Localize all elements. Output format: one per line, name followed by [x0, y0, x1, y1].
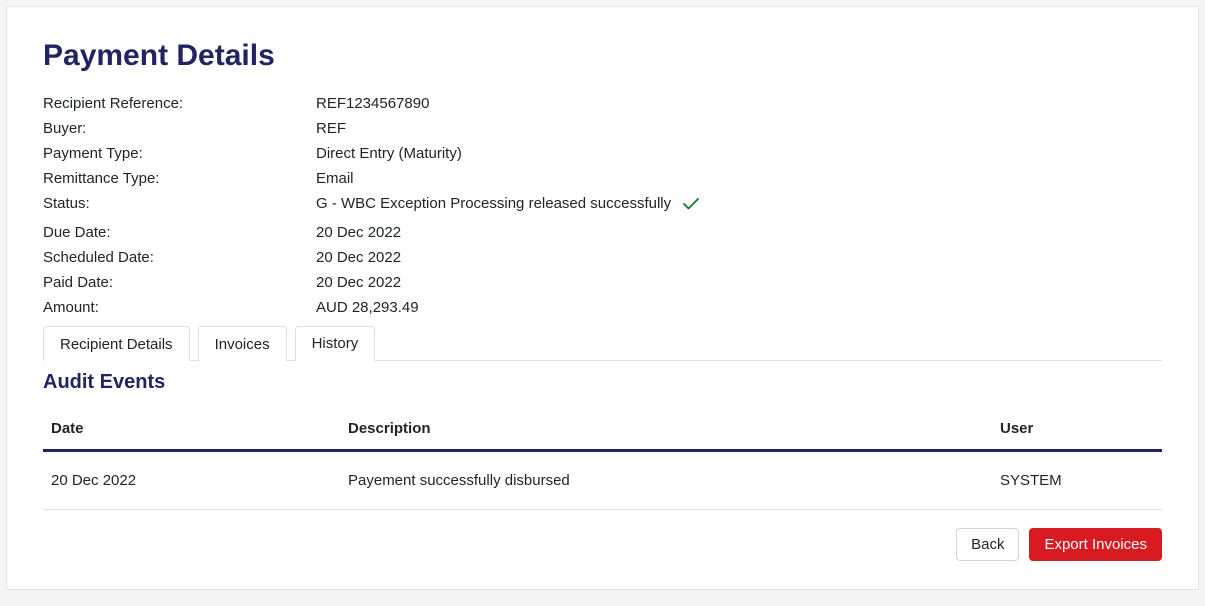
detail-recipient-reference: Recipient Reference: REF1234567890 [43, 95, 1162, 112]
value-recipient-reference: REF1234567890 [316, 95, 429, 112]
detail-status: Status: G - WBC Exception Processing rel… [43, 195, 1162, 212]
cell-user: SYSTEM [992, 451, 1162, 510]
value-status: G - WBC Exception Processing released su… [316, 195, 699, 212]
col-header-date: Date [43, 408, 340, 451]
detail-scheduled-date: Scheduled Date: 20 Dec 2022 [43, 249, 1162, 266]
detail-due-date: Due Date: 20 Dec 2022 [43, 224, 1162, 241]
audit-events-heading: Audit Events [43, 371, 1162, 394]
detail-remittance-type: Remittance Type: Email [43, 170, 1162, 187]
label-remittance-type: Remittance Type: [43, 170, 316, 187]
export-invoices-button[interactable]: Export Invoices [1029, 528, 1162, 561]
table-header-row: Date Description User [43, 408, 1162, 451]
label-scheduled-date: Scheduled Date: [43, 249, 316, 266]
value-scheduled-date: 20 Dec 2022 [316, 249, 401, 266]
value-payment-type: Direct Entry (Maturity) [316, 145, 462, 162]
check-icon [683, 197, 699, 211]
tabs: Recipient Details Invoices History [43, 326, 1162, 361]
page-title: Payment Details [43, 39, 1162, 73]
status-text: G - WBC Exception Processing released su… [316, 195, 671, 212]
value-amount: AUD 28,293.49 [316, 299, 419, 316]
footer-actions: Back Export Invoices [43, 528, 1162, 561]
value-paid-date: 20 Dec 2022 [316, 274, 401, 291]
label-recipient-reference: Recipient Reference: [43, 95, 316, 112]
value-due-date: 20 Dec 2022 [316, 224, 401, 241]
label-due-date: Due Date: [43, 224, 316, 241]
audit-events-table: Date Description User 20 Dec 2022 Payeme… [43, 408, 1162, 510]
label-status: Status: [43, 195, 316, 212]
tab-invoices[interactable]: Invoices [198, 326, 287, 361]
payment-details-page: Payment Details Recipient Reference: REF… [6, 6, 1199, 590]
detail-payment-type: Payment Type: Direct Entry (Maturity) [43, 145, 1162, 162]
label-amount: Amount: [43, 299, 316, 316]
label-paid-date: Paid Date: [43, 274, 316, 291]
table-row: 20 Dec 2022 Payement successfully disbur… [43, 451, 1162, 510]
detail-buyer: Buyer: REF [43, 120, 1162, 137]
col-header-description: Description [340, 408, 992, 451]
label-buyer: Buyer: [43, 120, 316, 137]
cell-description: Payement successfully disbursed [340, 451, 992, 510]
label-payment-type: Payment Type: [43, 145, 316, 162]
detail-paid-date: Paid Date: 20 Dec 2022 [43, 274, 1162, 291]
tab-history[interactable]: History [295, 326, 376, 361]
value-buyer: REF [316, 120, 346, 137]
value-remittance-type: Email [316, 170, 354, 187]
details-block: Recipient Reference: REF1234567890 Buyer… [43, 95, 1162, 316]
col-header-user: User [992, 408, 1162, 451]
detail-amount: Amount: AUD 28,293.49 [43, 299, 1162, 316]
tab-recipient-details[interactable]: Recipient Details [43, 326, 190, 361]
back-button[interactable]: Back [956, 528, 1019, 561]
cell-date: 20 Dec 2022 [43, 451, 340, 510]
